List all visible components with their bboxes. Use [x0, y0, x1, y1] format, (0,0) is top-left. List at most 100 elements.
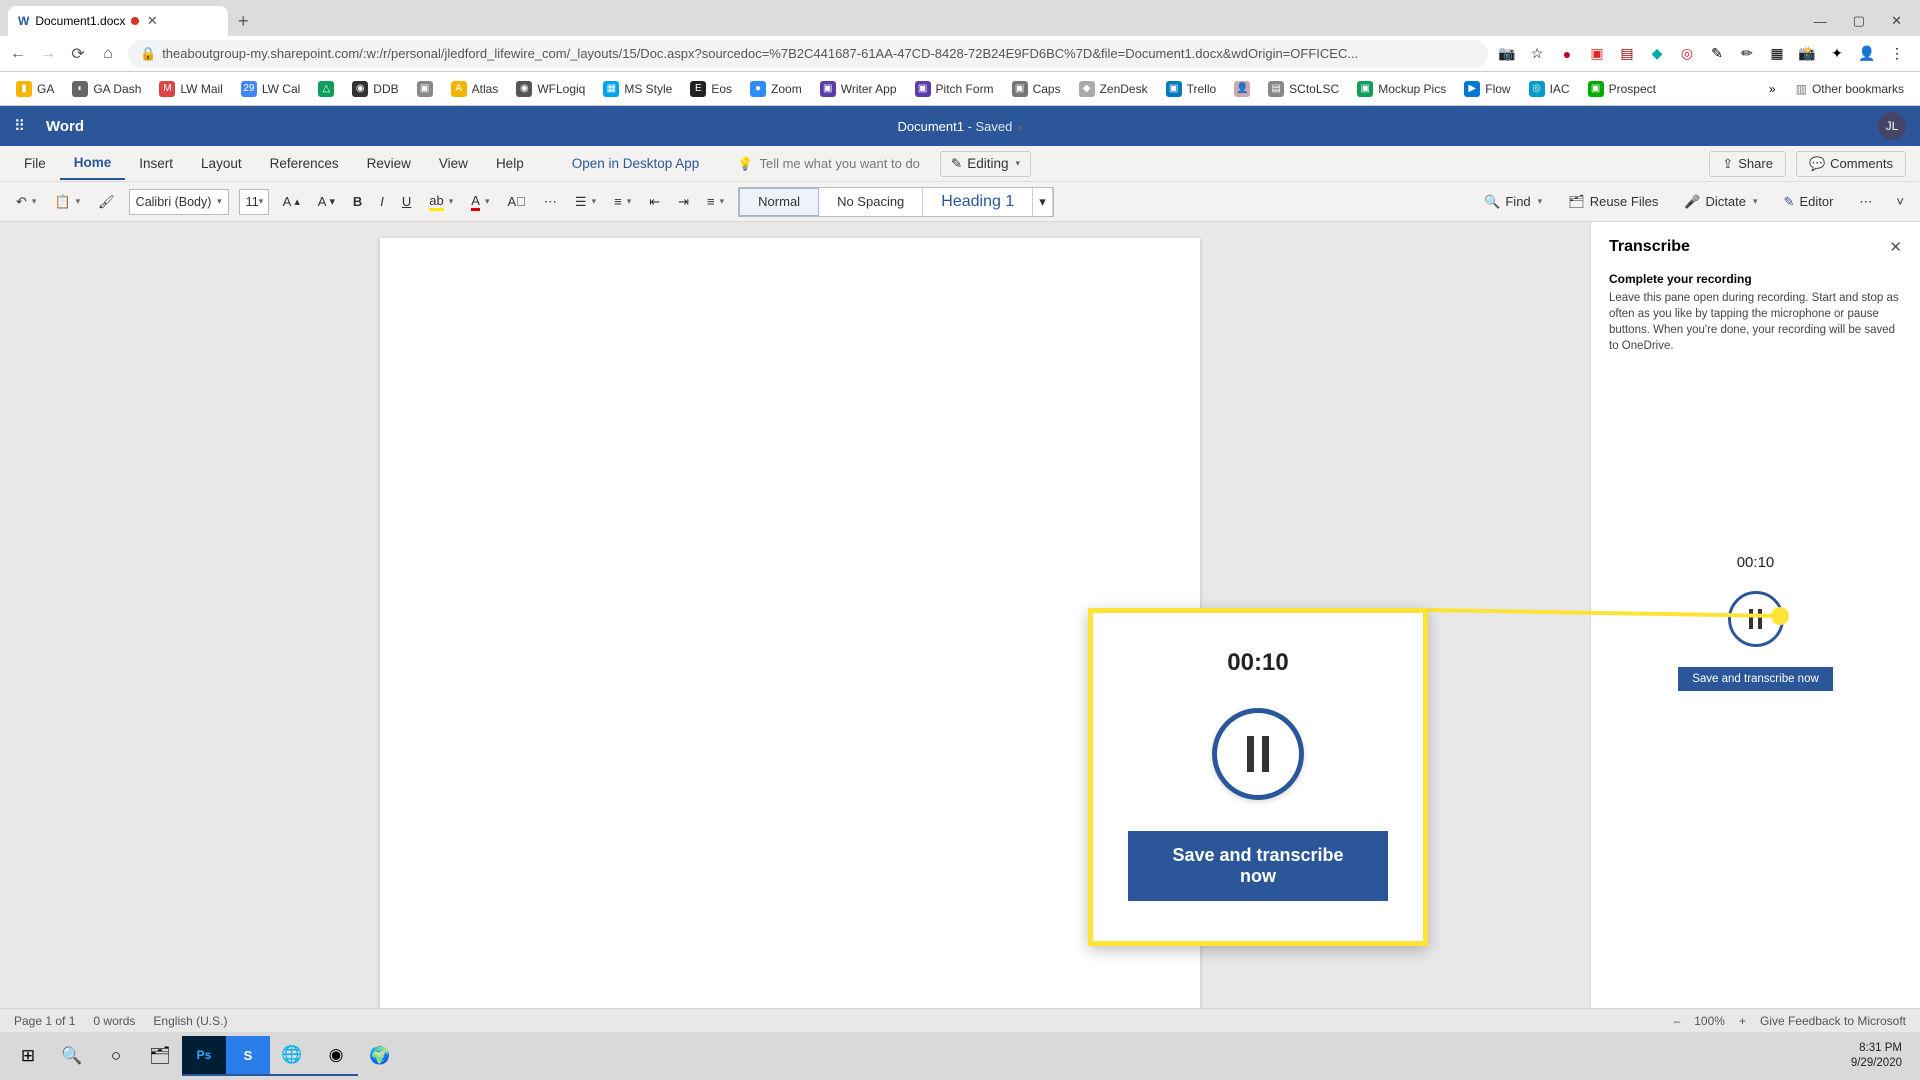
- bookmark-msstyle[interactable]: ▦MS Style: [595, 77, 680, 101]
- zoom-level[interactable]: 100%: [1694, 1014, 1725, 1028]
- bookmark-gadash[interactable]: ◐GA Dash: [64, 77, 149, 101]
- tab-help[interactable]: Help: [482, 148, 538, 179]
- target-icon[interactable]: ◎: [1678, 45, 1696, 63]
- close-window-button[interactable]: ✕: [1891, 13, 1902, 29]
- bookmark-flow[interactable]: ▶Flow: [1456, 77, 1518, 101]
- tab-view[interactable]: View: [425, 148, 482, 179]
- zoom-in-button[interactable]: +: [1739, 1014, 1746, 1028]
- bookmark-wflogiq[interactable]: ◉WFLogiq: [508, 77, 593, 101]
- app-launcher-icon[interactable]: ⠿: [0, 117, 40, 135]
- tab-review[interactable]: Review: [353, 148, 425, 179]
- comments-button[interactable]: 💬Comments: [1796, 151, 1906, 177]
- browser-tab[interactable]: W Document1.docx ✕: [8, 6, 228, 36]
- font-name-dropdown[interactable]: Calibri (Body)▾: [129, 189, 229, 215]
- reuse-files-button[interactable]: 🗂Reuse Files: [1562, 190, 1664, 214]
- flipboard-icon[interactable]: ▣: [1588, 45, 1606, 63]
- bookmark-iac[interactable]: ◎IAC: [1521, 77, 1578, 101]
- font-size-dropdown[interactable]: 11▾: [239, 189, 269, 215]
- numbering-button[interactable]: ≡▾: [610, 191, 635, 212]
- bookmark-notes[interactable]: ▣: [409, 77, 441, 101]
- cortana-button[interactable]: ○: [94, 1036, 138, 1076]
- bookmark-drive[interactable]: △: [310, 77, 342, 101]
- bookmark-lwmail[interactable]: MLW Mail: [151, 77, 230, 101]
- bookmark-sctolsc[interactable]: ▤SCtoLSC: [1260, 77, 1347, 101]
- snagit-button[interactable]: S: [226, 1036, 270, 1076]
- bookmark-ga[interactable]: ▮GA: [8, 77, 62, 101]
- paste-button[interactable]: 📋▾: [50, 191, 84, 213]
- bookmark-eos[interactable]: EEos: [682, 77, 740, 101]
- highlight-icon[interactable]: ✏: [1738, 45, 1756, 63]
- feedback-link[interactable]: Give Feedback to Microsoft: [1760, 1014, 1906, 1028]
- search-button[interactable]: 🔍: [50, 1036, 94, 1076]
- close-pane-button[interactable]: ✕: [1889, 238, 1902, 256]
- open-in-desktop-button[interactable]: Open in Desktop App: [558, 148, 714, 179]
- camera-icon[interactable]: 📷: [1498, 45, 1516, 63]
- document-page[interactable]: [380, 238, 1200, 1056]
- user-avatar[interactable]: JL: [1878, 112, 1906, 140]
- styles-expand-icon[interactable]: ▾: [1033, 188, 1053, 216]
- style-normal[interactable]: Normal: [739, 188, 819, 216]
- reload-button[interactable]: ⟳: [68, 44, 88, 64]
- more-font-button[interactable]: ⋯: [540, 191, 561, 213]
- bookmark-atlas[interactable]: AAtlas: [443, 77, 507, 101]
- system-tray[interactable]: 8:31 PM 9/29/2020: [1851, 1041, 1914, 1071]
- tab-home[interactable]: Home: [60, 147, 126, 180]
- bookmark-prospect[interactable]: ▣Prospect: [1580, 77, 1664, 101]
- bookmark-zendesk[interactable]: ◆ZenDesk: [1071, 77, 1156, 101]
- styles-gallery[interactable]: Normal No Spacing Heading 1 ▾: [738, 187, 1054, 217]
- highlight-color-button[interactable]: ab▾: [425, 190, 457, 214]
- decrease-indent-button[interactable]: ⇤: [645, 191, 664, 213]
- pencil-icon[interactable]: ✎: [1708, 45, 1726, 63]
- word-count[interactable]: 0 words: [93, 1014, 135, 1028]
- photoshop-button[interactable]: Ps: [182, 1036, 226, 1076]
- italic-button[interactable]: I: [376, 191, 388, 212]
- edge-button[interactable]: 🌐: [270, 1036, 314, 1076]
- collapse-ribbon-button[interactable]: ˅: [1892, 190, 1908, 213]
- find-button[interactable]: 🔍Find▾: [1478, 190, 1548, 214]
- align-button[interactable]: ≡▾: [703, 191, 728, 212]
- style-nospacing[interactable]: No Spacing: [819, 188, 923, 216]
- bookmark-pitchform[interactable]: ▣Pitch Form: [907, 77, 1002, 101]
- clear-formatting-button[interactable]: A⃠: [504, 191, 530, 212]
- tab-file[interactable]: File: [10, 148, 60, 179]
- zoom-out-button[interactable]: –: [1674, 1014, 1681, 1028]
- bookmark-trello[interactable]: ▣Trello: [1158, 77, 1225, 101]
- dictate-button[interactable]: 🎤Dictate▾: [1678, 190, 1763, 214]
- globe-button[interactable]: 🌍: [358, 1036, 402, 1076]
- bullets-button[interactable]: ☰▾: [571, 191, 600, 213]
- bookmark-person[interactable]: 👤: [1226, 77, 1258, 101]
- new-tab-button[interactable]: +: [238, 6, 249, 36]
- tab-insert[interactable]: Insert: [125, 148, 187, 179]
- increase-indent-button[interactable]: ⇥: [674, 191, 693, 213]
- font-color-button[interactable]: A▾: [467, 190, 493, 214]
- page-count[interactable]: Page 1 of 1: [14, 1014, 75, 1028]
- home-button[interactable]: ⌂: [98, 44, 118, 64]
- forward-button[interactable]: →: [38, 44, 58, 64]
- pause-recording-button[interactable]: [1728, 591, 1784, 647]
- editing-mode-dropdown[interactable]: ✎ Editing ▾: [940, 151, 1031, 177]
- save-transcribe-button[interactable]: Save and transcribe now: [1678, 667, 1833, 691]
- bookmark-writerapp[interactable]: ▣Writer App: [812, 77, 905, 101]
- callout-pause-button[interactable]: [1212, 708, 1304, 800]
- star-icon[interactable]: ☆: [1528, 45, 1546, 63]
- explorer-button[interactable]: 🗂: [138, 1036, 182, 1076]
- language-status[interactable]: English (U.S.): [153, 1014, 227, 1028]
- file-icon[interactable]: ▦: [1768, 45, 1786, 63]
- other-bookmarks[interactable]: ▥Other bookmarks: [1788, 78, 1912, 100]
- kebab-menu-icon[interactable]: ⋮: [1888, 45, 1906, 63]
- callout-save-transcribe-button[interactable]: Save and transcribe now: [1128, 831, 1388, 901]
- undo-button[interactable]: ↶▾: [12, 191, 40, 213]
- grow-font-button[interactable]: A▴: [279, 191, 304, 212]
- tab-references[interactable]: References: [256, 148, 353, 179]
- share-button[interactable]: ⇪Share: [1709, 151, 1786, 177]
- format-painter-button[interactable]: 🖌: [94, 191, 119, 213]
- chrome-button[interactable]: ◉: [314, 1036, 358, 1076]
- ribbon-overflow-button[interactable]: ⋯: [1853, 190, 1878, 214]
- bookmarks-overflow-icon[interactable]: »: [1769, 82, 1776, 96]
- pdf-icon[interactable]: ▤: [1618, 45, 1636, 63]
- puzzle-icon[interactable]: ✦: [1828, 45, 1846, 63]
- tab-layout[interactable]: Layout: [187, 148, 256, 179]
- style-heading1[interactable]: Heading 1: [923, 188, 1033, 216]
- bookmark-mockuppics[interactable]: ▣Mockup Pics: [1349, 77, 1454, 101]
- bold-button[interactable]: B: [349, 191, 366, 212]
